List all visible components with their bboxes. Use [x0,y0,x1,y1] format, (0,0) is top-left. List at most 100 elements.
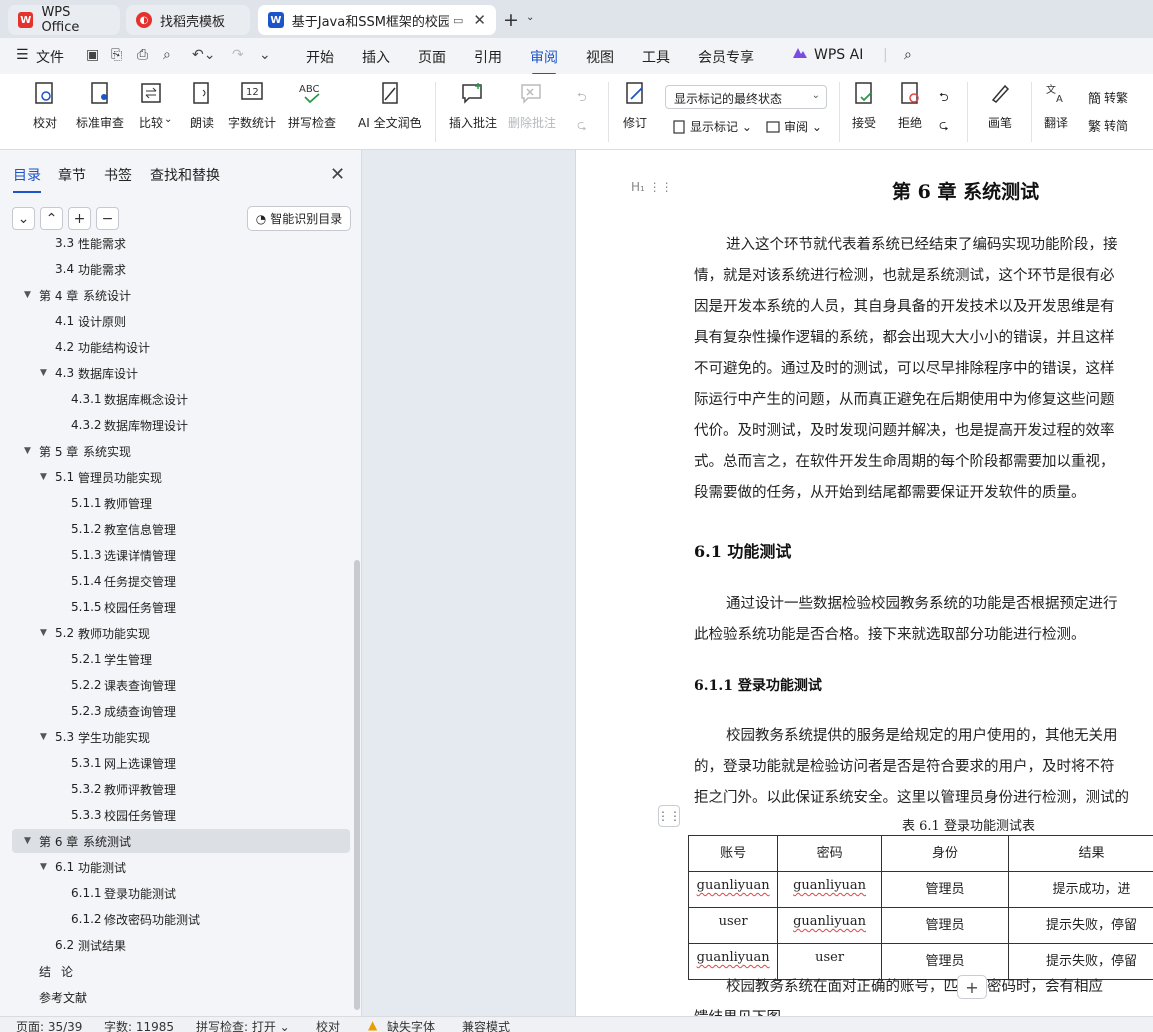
toc-scrollbar[interactable] [354,560,360,1010]
monitor-icon[interactable]: ▭ [453,14,463,27]
pen-button[interactable]: 画笔 [985,78,1015,131]
tab-bookmarks[interactable]: 书签 [104,165,132,185]
toc-item[interactable]: 5.1.3 选课详情管理 [12,543,350,567]
toc-item[interactable]: ▼ 5.3 学生功能实现 [12,725,350,749]
close-tab-icon[interactable]: ✕ [473,11,486,29]
review-pane-button[interactable]: 审阅 ⌄ [766,118,822,135]
toc-item[interactable]: 4.1 设计原则 [12,309,350,333]
toc-item[interactable]: ▼ 第 6 章系统测试 [12,829,350,853]
word-count-indicator[interactable]: 字数: 11985 [104,1018,174,1032]
spell-check-button[interactable]: ABC 拼写检查 [288,78,336,131]
standard-review-button[interactable]: 标准审查 [76,78,124,131]
show-markup-button[interactable]: 显示标记 ⌄ [672,118,752,135]
toc-item[interactable]: 5.1.5 校园任务管理 [12,595,350,619]
translate-button[interactable]: 文A 翻译 [1041,78,1071,131]
read-aloud-button[interactable]: 朗读 [187,78,217,131]
toc-item[interactable]: 4.3.1 数据库概念设计 [12,387,350,411]
toc-item[interactable]: ▼ 第 5 章系统实现 [12,439,350,463]
toc-item[interactable]: ▼ 第 4 章系统设计 [12,283,350,307]
undo-icon[interactable]: ↶⌄ [192,47,215,63]
toc-item[interactable]: 6.1.2 修改密码功能测试 [12,907,350,931]
menu-wps-ai[interactable]: WPS AI [814,47,863,63]
next-comment-icon[interactable]: ⮎ [577,116,587,137]
menu-page[interactable]: 页面 [418,47,446,67]
menu-member[interactable]: 会员专享 [698,47,754,67]
reject-button[interactable]: 拒绝 [895,78,925,131]
ai-polish-button[interactable]: AI 全文润色 [358,78,422,131]
menu-insert[interactable]: 插入 [362,47,390,67]
menu-file[interactable]: 文件 [36,47,64,67]
to-traditional-button[interactable]: 簡转繁 [1088,88,1128,107]
next-change-icon[interactable]: ⮎ [939,116,949,137]
accept-button[interactable]: 接受 [849,78,879,131]
tab-find-replace[interactable]: 查找和替换 [150,165,220,185]
more-chevron-icon[interactable]: ⌄ [259,47,271,63]
menu-review[interactable]: 审阅 [530,47,558,75]
expand-caret-icon[interactable]: ▼ [40,368,47,378]
hamburger-menu-icon[interactable]: ☰ [16,47,29,63]
menu-home[interactable]: 开始 [306,47,334,67]
expand-caret-icon[interactable]: ▼ [24,446,31,456]
toc-item[interactable]: 6.2 测试结果 [12,933,350,957]
add-heading-button[interactable]: + [68,207,91,230]
insert-comment-button[interactable]: 插入批注 [449,78,497,131]
toc-item[interactable]: 4.3.2 数据库物理设计 [12,413,350,437]
menu-references[interactable]: 引用 [474,47,502,67]
toc-item[interactable]: ▼ 5.1 管理员功能实现 [12,465,350,489]
drag-handle-icon[interactable]: ⋮⋮ [657,805,681,827]
toc-item[interactable]: 4.2 功能结构设计 [12,335,350,359]
toc-item[interactable]: 5.1.1 教师管理 [12,491,350,515]
tab-document[interactable]: W 基于Java和SSM框架的校园教 ▭ ✕ [258,5,496,35]
toc-item[interactable]: 结论 [12,959,350,983]
export-icon[interactable]: ⎘ [111,47,122,63]
toc-item[interactable]: 6.1.1 登录功能测试 [12,881,350,905]
toc-item[interactable]: ▼ 5.2 教师功能实现 [12,621,350,645]
print-icon[interactable]: ⎙ [137,47,148,63]
tab-templates[interactable]: ◐ 找稻壳模板 [126,5,250,35]
remove-heading-button[interactable]: − [96,207,119,230]
toc-item[interactable]: 5.2.2 课表查询管理 [12,673,350,697]
menu-tools[interactable]: 工具 [642,47,670,67]
toc-item[interactable]: 3.3 性能需求 [12,238,350,255]
toc-item[interactable]: 5.3.2 教师评教管理 [12,777,350,801]
toc-item[interactable]: ▼ 6.1 功能测试 [12,855,350,879]
expand-up-button[interactable]: ⌃ [40,207,63,230]
prev-change-icon[interactable]: ⮌ [939,88,949,109]
save-icon[interactable]: ▣ [86,47,99,63]
add-row-plus-icon[interactable]: + [957,975,987,999]
toc-item[interactable]: 5.3.1 网上选课管理 [12,751,350,775]
toc-item[interactable]: 5.1.2 教室信息管理 [12,517,350,541]
close-pane-icon[interactable]: ✕ [330,164,345,185]
tab-wps-office[interactable]: W WPS Office [8,5,120,35]
new-tab-plus-icon[interactable]: + [503,9,519,31]
search-icon[interactable]: ⌕ [904,47,912,63]
toc-item[interactable]: 参考文献 [12,985,350,1009]
document-page[interactable]: H₁ ⋮⋮ 第 6 章 系统测试 进入这个环节就代表着系统已经结束了编码实现功能… [575,150,1153,1016]
toc-item[interactable]: 5.1.4 任务提交管理 [12,569,350,593]
heading-style-icon[interactable]: H₁ ⋮⋮ [631,180,673,194]
expand-caret-icon[interactable]: ▼ [24,290,31,300]
proofread-button[interactable]: 校对 [30,78,60,131]
spell-check-status[interactable]: 拼写检查: 打开 ⌄ [196,1018,290,1032]
tab-toc[interactable]: 目录 [13,165,41,193]
delete-comment-button[interactable]: 删除批注 [508,78,556,131]
print-preview-icon[interactable]: ⌕ [163,47,171,63]
login-test-table[interactable]: 账号 密码 身份 结果 guanliyuan guanliyuan 管理员 提示… [687,835,1153,980]
missing-font-status[interactable]: 缺失字体 [387,1018,435,1032]
compare-button[interactable]: 比较 ⌄ [136,78,172,131]
chevron-down-icon[interactable]: ⌄ [526,12,534,23]
redo-icon[interactable]: ↷ [232,47,244,63]
word-count-button[interactable]: 12 字数统计 [228,78,276,131]
smart-toc-button[interactable]: ◔ 智能识别目录 [247,206,351,231]
prev-comment-icon[interactable]: ⮌ [577,88,587,109]
track-changes-button[interactable]: 修订 [620,78,650,131]
expand-caret-icon[interactable]: ▼ [40,862,47,872]
menu-view[interactable]: 视图 [586,47,614,67]
toc-item[interactable]: 3.4 功能需求 [12,257,350,281]
toc-item[interactable]: 5.2.1 学生管理 [12,647,350,671]
tab-chapters[interactable]: 章节 [58,165,86,185]
page-indicator[interactable]: 页面: 35/39 [16,1018,82,1032]
proof-status[interactable]: 校对 [316,1018,340,1032]
expand-caret-icon[interactable]: ▼ [40,628,47,638]
toc-item[interactable]: 5.2.3 成绩查询管理 [12,699,350,723]
